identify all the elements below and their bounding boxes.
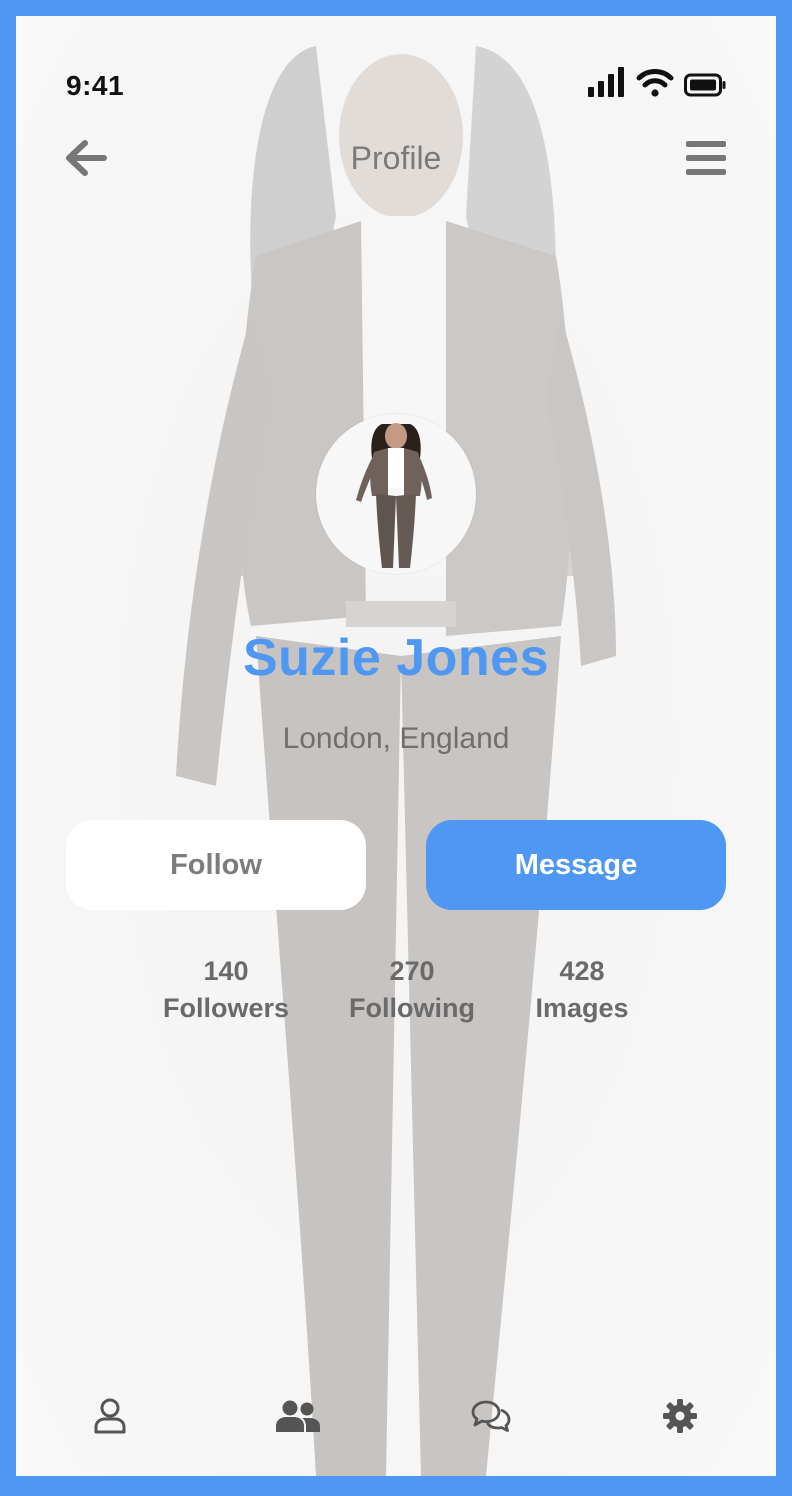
- battery-icon: [684, 73, 726, 102]
- stat-count: 140: [203, 956, 249, 986]
- tab-bar: [16, 1366, 776, 1476]
- stat-following[interactable]: 270 Following: [332, 954, 492, 1028]
- stat-images[interactable]: 428 Images: [502, 954, 662, 1028]
- stat-label: Followers: [162, 993, 290, 1023]
- device-frame: 9:41 Profile Suzie Jones London, England…: [0, 0, 792, 1496]
- users-icon: [276, 1400, 320, 1437]
- follow-button[interactable]: Follow: [66, 820, 366, 910]
- hamburger-menu-icon: [685, 139, 727, 182]
- stat-followers[interactable]: 140 Followers: [146, 954, 306, 1028]
- status-bar: 9:41: [16, 16, 776, 126]
- menu-button[interactable]: [684, 138, 728, 182]
- avatar: [316, 414, 476, 574]
- stat-count: 270: [389, 956, 435, 986]
- cellular-signal-icon: [588, 67, 626, 102]
- tab-friends[interactable]: [268, 1388, 328, 1448]
- wifi-icon: [636, 67, 674, 102]
- profile-location: London, England: [282, 722, 510, 755]
- comments-icon: [471, 1399, 511, 1438]
- status-icons: [588, 67, 726, 102]
- page-title: Profile: [350, 140, 442, 176]
- gear-icon: [663, 1398, 697, 1438]
- user-icon: [93, 1398, 127, 1439]
- tab-settings[interactable]: [650, 1388, 710, 1448]
- stat-count: 428: [559, 956, 605, 986]
- tab-profile[interactable]: [80, 1388, 140, 1448]
- navigation-bar: Profile: [16, 134, 776, 190]
- status-time: 9:41: [66, 70, 125, 101]
- tab-messages[interactable]: [461, 1388, 521, 1448]
- profile-screen: 9:41 Profile Suzie Jones London, England…: [16, 16, 776, 1476]
- avatar-photo: [316, 414, 476, 574]
- stat-label: Following: [349, 993, 475, 1023]
- stat-label: Images: [535, 993, 629, 1023]
- message-button[interactable]: Message: [426, 820, 726, 910]
- profile-name: Suzie Jones: [242, 629, 550, 687]
- profile-stats: 140 Followers 270 Following 428 Images: [16, 954, 776, 1034]
